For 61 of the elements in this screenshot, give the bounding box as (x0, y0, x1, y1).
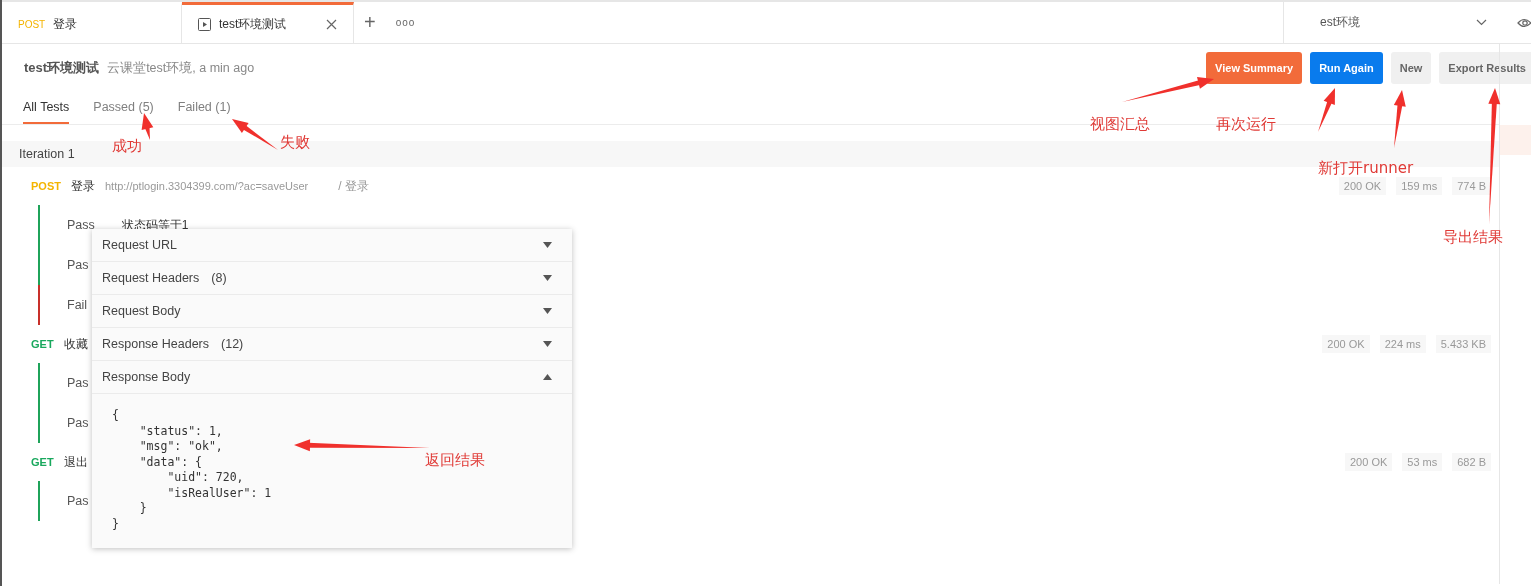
response-size: 774 B (1452, 177, 1491, 195)
section-header[interactable]: Request URL (92, 229, 572, 262)
annotation-text: 新打开runner (1318, 159, 1414, 178)
request-name[interactable]: 登录 (70, 177, 95, 195)
tab-title: 登录 (53, 15, 78, 33)
run-meta: 云课堂test环境, a min ago (107, 59, 255, 77)
more-button[interactable]: ooo (385, 2, 426, 43)
test-result: Fail (67, 298, 88, 312)
request-tab[interactable]: test环境测试 (182, 2, 354, 43)
play-icon (198, 17, 211, 31)
new-button[interactable]: New (1390, 52, 1432, 84)
section-header[interactable]: Request Headers (8) (92, 262, 572, 295)
annotation-text: 成功 (112, 137, 142, 156)
export-results-button[interactable]: Export Results (1439, 52, 1531, 84)
eye-icon[interactable] (1517, 16, 1531, 29)
chevron-down-icon[interactable] (1476, 19, 1487, 26)
response-time: 159 ms (1396, 177, 1443, 195)
section-header[interactable]: Response Headers (12) (92, 328, 572, 361)
test-result: Pas (67, 258, 89, 272)
test-result: Pas (67, 376, 89, 390)
response-size: 682 B (1452, 453, 1491, 471)
test-result: Pas (67, 494, 89, 508)
status-code: 200 OK (1344, 453, 1393, 471)
iteration-label: Iteration 1 (19, 147, 75, 161)
filter-tab[interactable]: Failed (1) (177, 92, 231, 124)
new-tab-button[interactable]: + (354, 2, 386, 43)
section-header[interactable]: Response Body (92, 361, 572, 394)
annotation-arrow (1393, 90, 1406, 148)
annotation-arrow (232, 119, 278, 150)
method-label: GET (31, 456, 54, 468)
run-name: test环境测试 (24, 59, 100, 77)
request-tab[interactable]: POST 登录 (2, 2, 182, 43)
request-name[interactable]: 退出 (63, 453, 88, 471)
filter-tab[interactable]: Passed (5) (93, 92, 154, 124)
test-result: Pas (67, 416, 89, 430)
annotation-text: 导出结果 (1443, 228, 1503, 247)
response-body: { "status": 1, "msg": "ok", "data": { "uid": 720, "isRealUser": 1 } } (111, 407, 272, 533)
annotation-text: 返回结果 (425, 451, 485, 470)
method-label: POST (18, 18, 46, 30)
environment-dropdown[interactable]: est环境 (1283, 2, 1503, 43)
request-path: / 登录 (338, 177, 369, 195)
status-code: 200 OK (1322, 335, 1370, 353)
response-time: 224 ms (1379, 335, 1426, 353)
annotation-text: 失败 (280, 133, 310, 152)
filter-tab[interactable]: All Tests (23, 92, 70, 124)
response-size: 5.433 KB (1435, 335, 1491, 353)
request-url: http://ptlogin.3304399.com/?ac=saveUser (104, 180, 309, 192)
request-name[interactable]: 收藏 (63, 335, 88, 353)
test-result: Pass (67, 218, 95, 232)
annotation-arrow (1318, 88, 1335, 132)
annotation-text: 再次运行 (1216, 115, 1276, 134)
run-again-button[interactable]: Run Again (1310, 52, 1383, 84)
annotation-arrow (141, 113, 154, 140)
response-time: 53 ms (1402, 453, 1443, 471)
tab-title: test环境测试 (219, 15, 287, 33)
annotation-text: 视图汇总 (1090, 115, 1150, 134)
section-header[interactable]: Request Body (92, 295, 572, 328)
method-label: GET (31, 338, 54, 350)
close-icon[interactable] (326, 18, 337, 30)
method-label: POST (31, 180, 61, 192)
status-code: 200 OK (1338, 177, 1387, 195)
